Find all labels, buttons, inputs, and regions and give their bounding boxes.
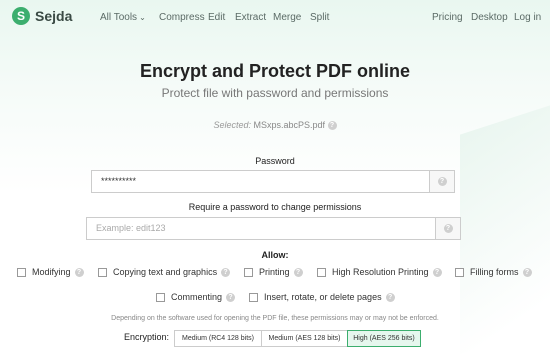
help-icon[interactable]: ?	[221, 267, 231, 277]
selected-file: Selected: MSxps.abcPS.pdf ?	[0, 120, 550, 131]
nav-all-tools-label: All Tools	[100, 12, 138, 23]
help-icon: ?	[443, 224, 453, 233]
option-insert-rotate-delete[interactable]: Insert, rotate, or delete pages ?	[249, 292, 395, 302]
permissions-help-button[interactable]: ?	[436, 217, 461, 240]
permissions-note: Depending on the software used for openi…	[111, 315, 439, 322]
password-label: Password	[255, 156, 295, 166]
option-label: Modifying	[32, 267, 71, 277]
help-icon[interactable]: ?	[293, 267, 303, 277]
nav-pricing[interactable]: Pricing	[432, 12, 463, 23]
option-label: Copying text and graphics	[113, 267, 218, 277]
nav-login[interactable]: Log in	[514, 12, 541, 23]
nav-merge[interactable]: Merge	[273, 12, 301, 23]
nav-extract[interactable]: Extract	[235, 12, 266, 23]
allow-label: Allow:	[261, 250, 289, 260]
password-help-button[interactable]: ?	[430, 170, 455, 193]
option-modifying[interactable]: Modifying ?	[17, 267, 84, 277]
checkbox[interactable]	[156, 292, 165, 302]
checkbox[interactable]	[249, 292, 258, 302]
option-label: High Resolution Printing	[332, 267, 429, 277]
option-label: Filling forms	[470, 267, 519, 277]
checkbox[interactable]	[98, 267, 107, 277]
checkbox[interactable]	[17, 267, 26, 277]
nav-split[interactable]: Split	[310, 12, 329, 23]
encryption-option-rc4-128[interactable]: Medium (RC4 128 bits)	[174, 330, 262, 347]
nav-compress[interactable]: Compress	[159, 12, 205, 23]
option-label: Printing	[259, 267, 290, 277]
checkbox[interactable]	[317, 267, 326, 277]
help-icon[interactable]: ?	[432, 267, 442, 277]
page-subtitle: Protect file with password and permissio…	[161, 86, 389, 100]
checkbox[interactable]	[244, 267, 253, 277]
option-filling-forms[interactable]: Filling forms ?	[455, 267, 532, 277]
help-icon[interactable]: ?	[327, 121, 337, 131]
password-input[interactable]: **********	[91, 170, 430, 193]
brand-name: Sejda	[35, 8, 73, 24]
page-title: Encrypt and Protect PDF online	[139, 61, 411, 81]
checkbox[interactable]	[455, 267, 464, 277]
selected-filename[interactable]: MSxps.abcPS.pdf	[253, 120, 325, 130]
encryption-option-aes-128[interactable]: Medium (AES 128 bits)	[261, 330, 348, 347]
permissions-password-input[interactable]: Example: edit123	[86, 217, 436, 240]
option-label: Commenting	[171, 292, 223, 302]
option-copying[interactable]: Copying text and graphics ?	[98, 267, 231, 277]
chevron-down-icon: ⌄	[139, 13, 146, 22]
help-icon[interactable]: ?	[226, 292, 236, 302]
option-high-res-printing[interactable]: High Resolution Printing ?	[317, 267, 442, 277]
top-navigation: S Sejda All Tools ⌄ Compress Edit Extract…	[0, 0, 550, 36]
brand-logo[interactable]: S Sejda	[12, 7, 72, 25]
help-icon[interactable]: ?	[385, 292, 395, 302]
option-commenting[interactable]: Commenting ?	[156, 292, 236, 302]
help-icon: ?	[437, 177, 447, 186]
nav-all-tools[interactable]: All Tools ⌄	[100, 12, 146, 23]
logo-icon: S	[12, 7, 30, 25]
encryption-label: Encryption:	[124, 332, 170, 342]
encryption-option-aes-256[interactable]: High (AES 256 bits)	[347, 330, 421, 347]
nav-edit[interactable]: Edit	[208, 12, 225, 23]
option-label: Insert, rotate, or delete pages	[264, 292, 382, 302]
option-printing[interactable]: Printing ?	[244, 267, 303, 277]
help-icon[interactable]: ?	[74, 267, 84, 277]
help-icon[interactable]: ?	[522, 267, 532, 277]
nav-desktop[interactable]: Desktop	[471, 12, 508, 23]
selected-label: Selected:	[213, 120, 251, 130]
permissions-password-label: Require a password to change permissions	[188, 202, 362, 212]
